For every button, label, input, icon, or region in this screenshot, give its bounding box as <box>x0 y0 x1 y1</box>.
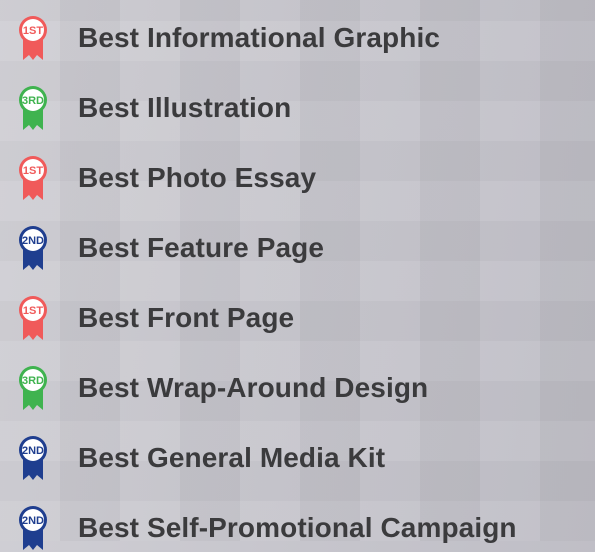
ribbon-place-label: 3RD <box>22 375 44 387</box>
first-place-ribbon-icon: 1ST <box>16 294 50 342</box>
ribbon-place-label: 2ND <box>22 235 44 247</box>
ribbon-place-label: 3RD <box>22 95 44 107</box>
award-item: 3RD Best Illustration <box>16 84 291 132</box>
third-place-ribbon-icon: 3RD <box>16 84 50 132</box>
first-place-ribbon-icon: 1ST <box>16 154 50 202</box>
second-place-ribbon-icon: 2ND <box>16 224 50 272</box>
second-place-ribbon-icon: 2ND <box>16 504 50 552</box>
ribbon-place-label: 1ST <box>23 305 43 317</box>
ribbon-place-label: 2ND <box>22 445 44 457</box>
award-label: Best General Media Kit <box>78 442 386 473</box>
award-item: 2ND Best General Media Kit <box>16 434 385 482</box>
ribbon-place-label: 1ST <box>23 25 43 37</box>
award-item: 1ST Best Photo Essay <box>16 154 316 202</box>
award-item: 1ST Best Front Page <box>16 294 294 342</box>
award-label: Best Wrap-Around Design <box>78 372 429 403</box>
first-place-ribbon-icon: 1ST <box>16 14 50 62</box>
second-place-ribbon-icon: 2ND <box>16 434 50 482</box>
award-item: 2ND Best Self-Promotional Campaign <box>16 504 517 552</box>
award-label: Best Illustration <box>78 92 292 123</box>
award-label: Best Photo Essay <box>78 162 317 193</box>
award-item: 2ND Best Feature Page <box>16 224 324 272</box>
award-label: Best Informational Graphic <box>78 22 440 53</box>
award-label: Best Feature Page <box>78 232 325 263</box>
award-label: Best Front Page <box>78 302 295 333</box>
ribbon-place-label: 1ST <box>23 165 43 177</box>
award-item: 3RD Best Wrap-Around Design <box>16 364 428 412</box>
ribbon-place-label: 2ND <box>22 515 44 527</box>
awards-list: 1ST Best Informational Graphic 3RD Best … <box>0 0 595 550</box>
award-label: Best Self-Promotional Campaign <box>78 512 517 543</box>
award-item: 1ST Best Informational Graphic <box>16 14 440 62</box>
third-place-ribbon-icon: 3RD <box>16 364 50 412</box>
